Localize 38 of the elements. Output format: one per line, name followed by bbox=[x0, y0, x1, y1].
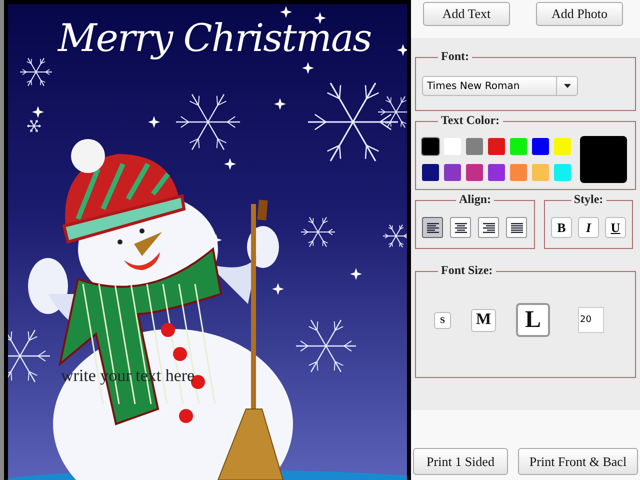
color-preview bbox=[580, 136, 627, 183]
align-right-button[interactable] bbox=[478, 217, 499, 238]
print-button[interactable]: Print Front & Bacl bbox=[518, 448, 638, 475]
color-swatch[interactable] bbox=[422, 138, 439, 155]
color-swatch[interactable] bbox=[488, 164, 505, 181]
align-justify-button[interactable] bbox=[506, 217, 527, 238]
align-center-button[interactable] bbox=[450, 217, 471, 238]
color-swatch[interactable] bbox=[488, 138, 505, 155]
font-size-large-button[interactable]: L bbox=[516, 303, 550, 337]
font-size-small-button[interactable]: S bbox=[434, 312, 451, 328]
color-swatch[interactable] bbox=[466, 138, 483, 155]
align-left-icon bbox=[426, 222, 439, 234]
color-swatch[interactable] bbox=[510, 138, 527, 155]
font-size-input[interactable]: 20 bbox=[578, 307, 604, 333]
underline-button[interactable]: U bbox=[605, 217, 626, 238]
color-swatch[interactable] bbox=[466, 164, 483, 181]
print-button[interactable]: Print 1 Sided bbox=[413, 448, 508, 475]
color-swatch[interactable] bbox=[554, 164, 571, 181]
caret-icon bbox=[564, 84, 570, 88]
toolbar-button[interactable]: Add Photo bbox=[536, 2, 623, 26]
card-greeting: Merry Christmas bbox=[58, 16, 372, 60]
font-size-medium-button[interactable]: M bbox=[471, 308, 496, 332]
group-legend: Align: bbox=[456, 192, 494, 207]
align-left-button[interactable] bbox=[422, 217, 443, 238]
color-swatch[interactable] bbox=[532, 164, 549, 181]
color-swatch[interactable] bbox=[554, 138, 571, 155]
align-right-icon bbox=[482, 222, 495, 234]
group-legend: Style: bbox=[570, 192, 606, 207]
italic-button[interactable]: I bbox=[578, 217, 599, 238]
color-swatch[interactable] bbox=[510, 164, 527, 181]
bold-button[interactable]: B bbox=[551, 217, 572, 238]
color-swatch[interactable] bbox=[422, 164, 439, 181]
font-dropdown[interactable]: Times New Roman bbox=[422, 76, 578, 96]
toolbar-button[interactable]: Add Text bbox=[423, 2, 510, 26]
color-swatch[interactable] bbox=[444, 164, 461, 181]
color-swatch[interactable] bbox=[532, 138, 549, 155]
align-justify-icon bbox=[510, 222, 523, 234]
align-center-icon bbox=[454, 222, 467, 234]
